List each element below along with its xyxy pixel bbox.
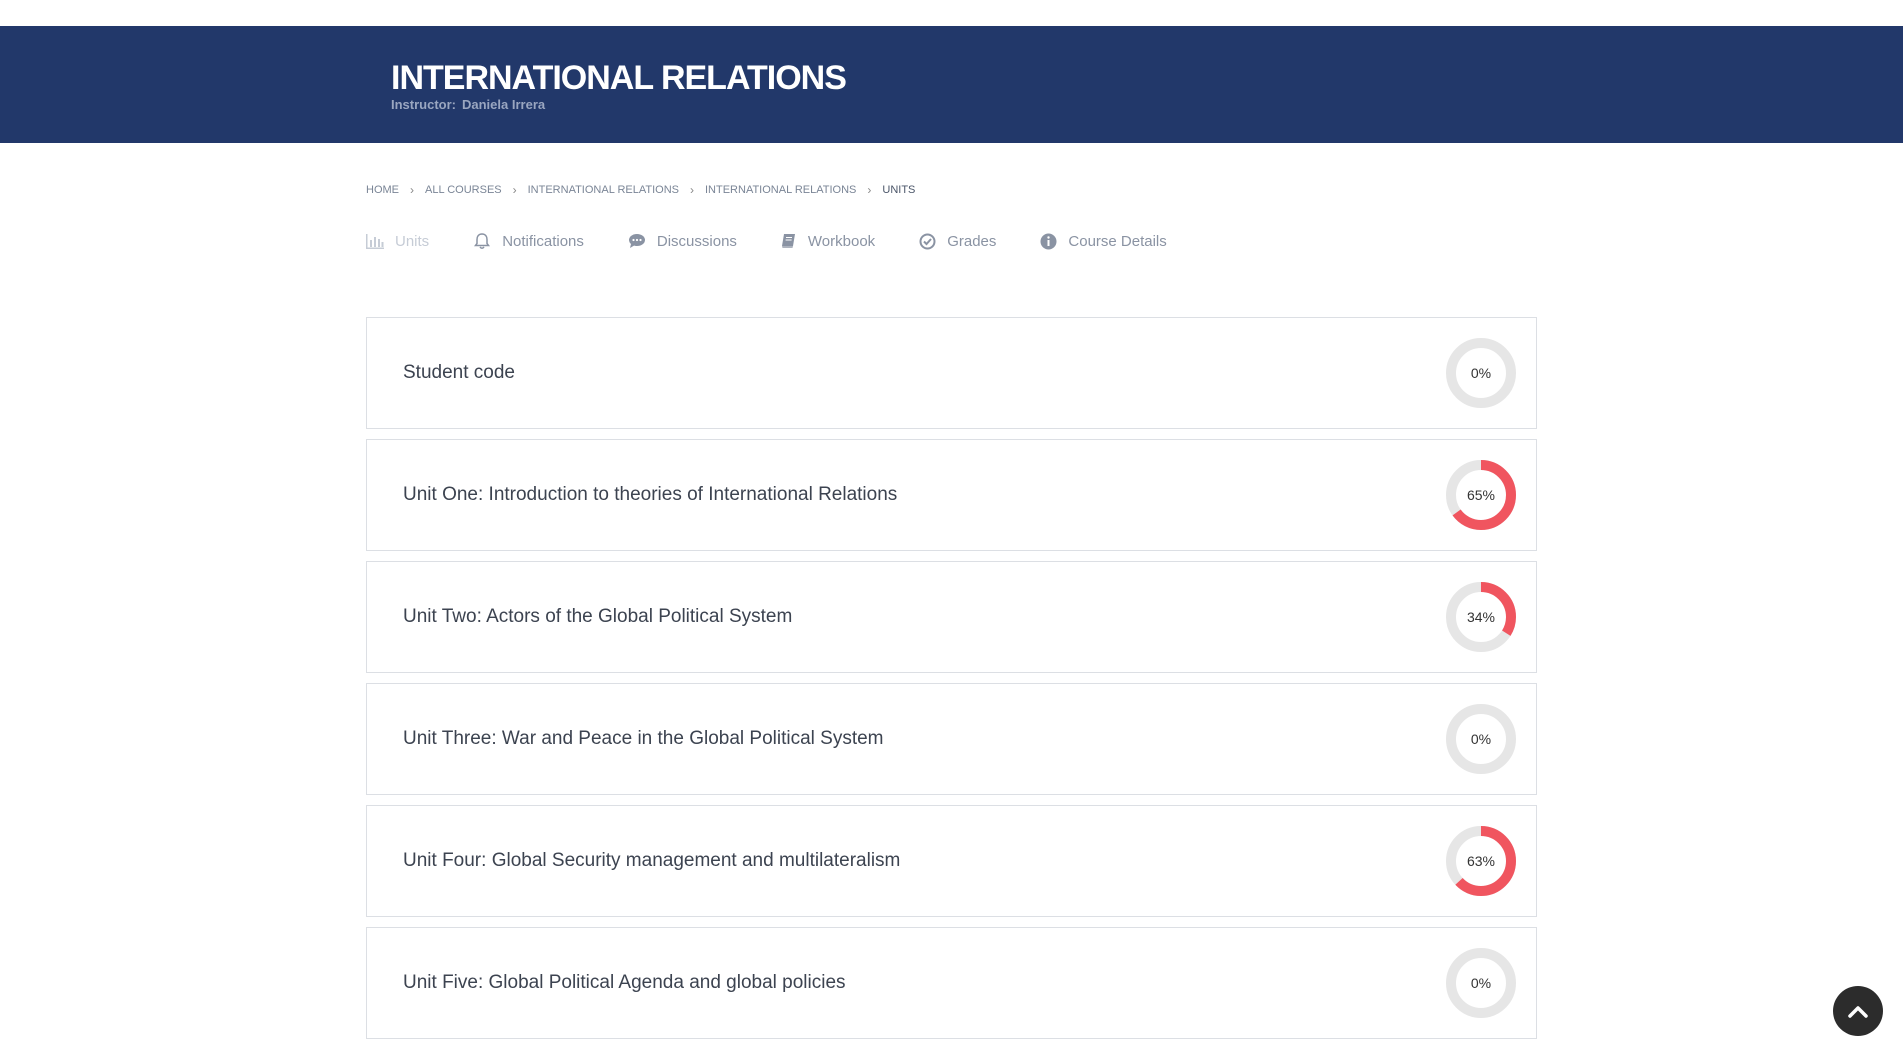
chat-icon — [628, 234, 645, 248]
unit-title: Unit One: Introduction to theories of In… — [403, 484, 898, 505]
top-strip — [0, 0, 1903, 26]
check-circle-icon — [919, 233, 936, 249]
progress-percent: 63% — [1466, 853, 1496, 869]
tab-notifications[interactable]: Notifications — [473, 232, 584, 250]
breadcrumb-current: UNITS — [882, 184, 916, 196]
tab-workbook[interactable]: Workbook — [781, 233, 875, 250]
bar-chart-icon — [366, 233, 384, 249]
unit-card[interactable]: Unit Four: Global Security management an… — [366, 805, 1537, 917]
tab-discussions-label: Discussions — [656, 232, 737, 250]
unit-title: Unit Three: War and Peace in the Global … — [403, 728, 884, 749]
info-icon — [1040, 233, 1057, 249]
unit-card[interactable]: Unit Two: Actors of the Global Political… — [366, 561, 1537, 673]
tab-units[interactable]: Units — [366, 233, 429, 250]
tab-course-details-label: Course Details — [1068, 232, 1167, 250]
course-title: INTERNATIONAL RELATIONS — [391, 59, 847, 97]
instructor-info: Instructor: Daniela Irrera — [391, 97, 545, 112]
breadcrumb-all-courses[interactable]: ALL COURSES — [425, 184, 502, 196]
unit-title: Unit Five: Global Political Agenda and g… — [403, 972, 846, 993]
breadcrumb-home[interactable]: HOME — [366, 184, 399, 196]
chevron-up-icon — [1848, 1006, 1868, 1018]
course-tabs: Units Notifications Discussions Workbook — [366, 232, 1211, 250]
progress-percent: 34% — [1466, 609, 1496, 625]
breadcrumb-course[interactable]: INTERNATIONAL RELATIONS — [528, 184, 679, 196]
breadcrumb-course-2[interactable]: INTERNATIONAL RELATIONS — [705, 184, 856, 196]
unit-card[interactable]: Unit Three: War and Peace in the Global … — [366, 683, 1537, 795]
breadcrumb-separator-icon: › — [867, 183, 872, 197]
instructor-label: Instructor: — [391, 97, 456, 112]
progress-percent: 65% — [1466, 487, 1496, 503]
breadcrumb-separator-icon: › — [512, 183, 517, 197]
progress-percent: 0% — [1470, 365, 1492, 381]
breadcrumb-separator-icon: › — [690, 183, 694, 197]
instructor-name: Daniela Irrera — [462, 97, 546, 112]
tab-units-label: Units — [395, 232, 430, 250]
tab-workbook-label: Workbook — [807, 232, 876, 250]
unit-list: Student code 0% Unit One: Introduction t… — [366, 317, 1537, 1049]
unit-title: Student code — [403, 362, 515, 383]
bell-icon — [474, 233, 491, 249]
progress-percent: 0% — [1470, 975, 1492, 991]
scroll-to-top-button[interactable] — [1833, 986, 1883, 1036]
breadcrumb: HOME › ALL COURSES › INTERNATIONAL RELAT… — [366, 183, 915, 197]
tab-discussions[interactable]: Discussions — [628, 233, 737, 250]
tab-notifications-label: Notifications — [502, 232, 584, 250]
unit-title: Unit Four: Global Security management an… — [403, 850, 901, 871]
unit-card[interactable]: Student code 0% — [366, 317, 1537, 429]
tab-grades-label: Grades — [947, 232, 997, 250]
course-header: INTERNATIONAL RELATIONS Instructor: Danie… — [0, 26, 1903, 143]
unit-title: Unit Two: Actors of the Global Political… — [403, 606, 793, 627]
progress-percent: 0% — [1470, 731, 1492, 747]
tab-grades[interactable]: Grades — [919, 233, 996, 250]
book-icon — [781, 234, 795, 248]
breadcrumb-separator-icon: › — [410, 183, 414, 197]
unit-card[interactable]: Unit Five: Global Political Agenda and g… — [366, 927, 1537, 1039]
unit-card[interactable]: Unit One: Introduction to theories of In… — [366, 439, 1537, 551]
tab-course-details[interactable]: Course Details — [1040, 232, 1167, 250]
